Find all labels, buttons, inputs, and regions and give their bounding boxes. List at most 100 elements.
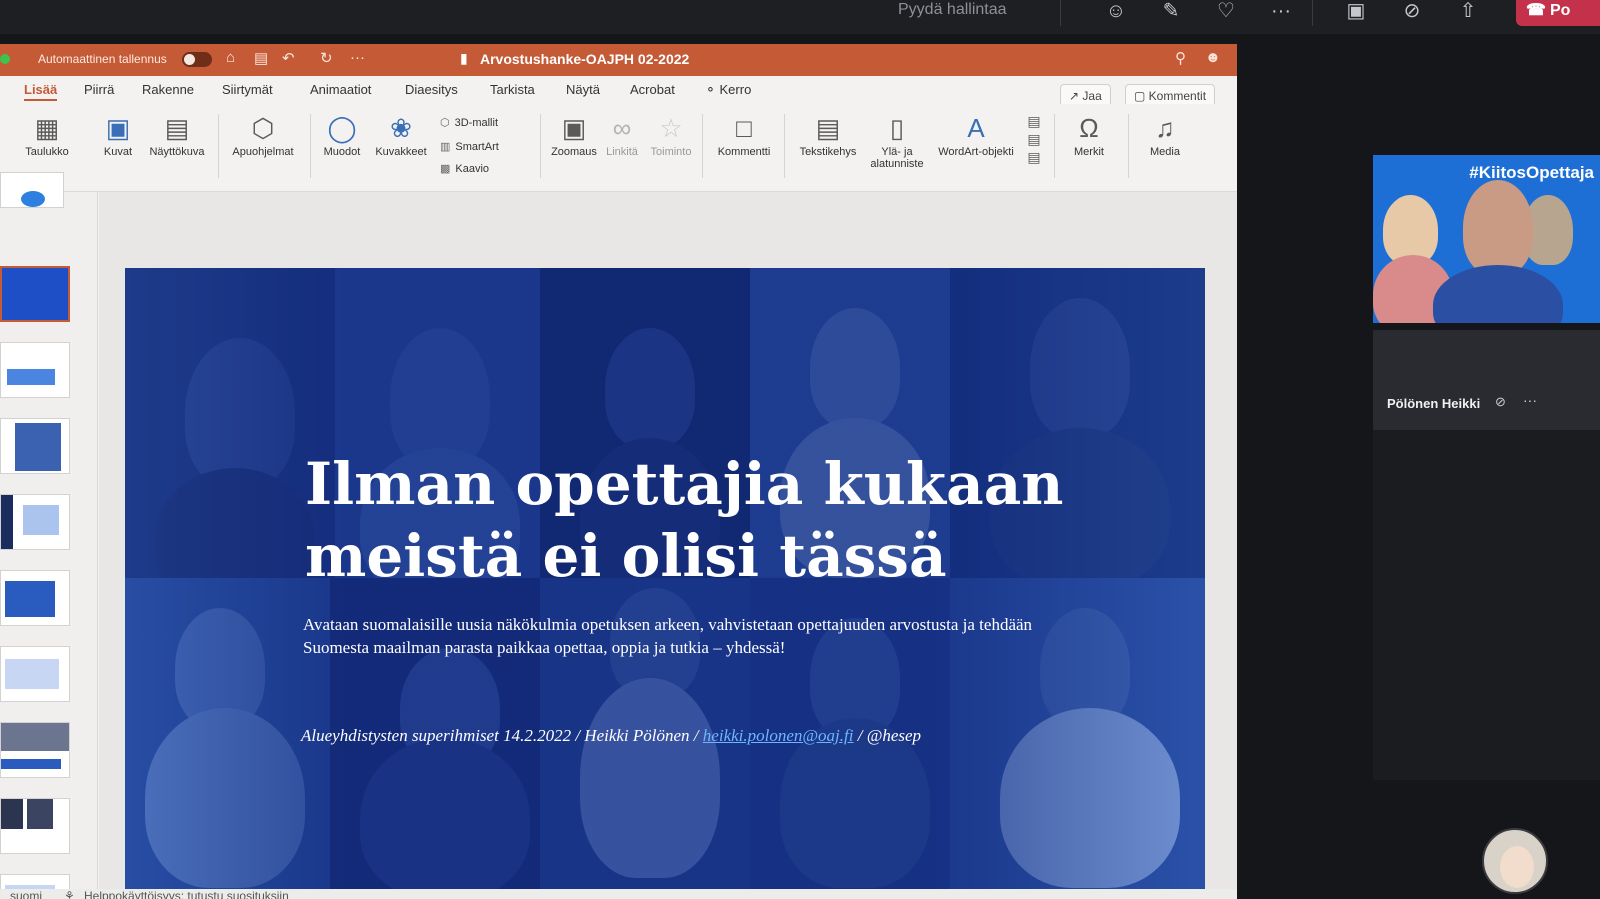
participants-icon[interactable]: ☺ — [1100, 0, 1132, 24]
icons-label: Kuvakkeet — [375, 146, 427, 158]
avatar-face — [1500, 846, 1534, 888]
header-footer-label-2: alatunniste — [870, 158, 924, 170]
pictures-button[interactable]: ▣ Kuvat — [96, 112, 140, 158]
slide-thumbnail[interactable] — [0, 646, 70, 702]
table-button[interactable]: ▦ Taulukko — [20, 112, 74, 158]
action-label: Toiminto — [650, 146, 692, 158]
save-icon[interactable]: ▤ — [254, 49, 268, 67]
smartart-button[interactable]: ▥ SmartArt — [440, 140, 499, 153]
shapes-icon: ◯ — [327, 113, 357, 143]
chart-button[interactable]: ▩ Kaavio — [440, 162, 489, 175]
comments-label: Kommentit — [1148, 89, 1207, 103]
tab-insert[interactable]: Lisää — [24, 82, 58, 101]
wordart-icon: A — [967, 113, 985, 143]
slide-subtitle[interactable]: Avataan suomalaisille uusia näkökulmia o… — [303, 613, 1083, 659]
date-icon: ▤ ▤ ▤ — [1027, 113, 1041, 165]
undo-icon[interactable]: ↶ — [282, 49, 295, 67]
participant-name: Pölönen Heikki — [1387, 396, 1481, 411]
email-link[interactable]: heikki.polonen@oaj.fi — [703, 726, 854, 745]
leave-button[interactable]: ☎ Po — [1516, 0, 1600, 26]
ribbon-divider — [1128, 114, 1129, 178]
slide-thumbnail[interactable] — [0, 172, 64, 208]
slide-thumbnails — [0, 172, 98, 899]
zoom-button[interactable]: ▣ Zoomaus — [548, 112, 600, 158]
slide[interactable]: Ilman opettajia kukaan meistä ei olisi t… — [125, 268, 1205, 890]
comment-label: Kommentti — [717, 146, 771, 158]
addins-label: Apuohjelmat — [232, 146, 294, 158]
reactions-icon[interactable]: ♡ — [1210, 0, 1242, 24]
slide-thumbnail[interactable] — [0, 722, 70, 778]
slide-thumbnail[interactable] — [0, 494, 70, 550]
media-button[interactable]: ♫ Media — [1140, 112, 1190, 158]
action-button[interactable]: ☆ Toiminto — [646, 112, 696, 158]
slide-thumbnail[interactable] — [0, 798, 70, 854]
ribbon-divider — [218, 114, 219, 178]
media-label: Media — [1150, 146, 1180, 158]
slide-thumbnail[interactable] — [0, 266, 70, 322]
tab-review[interactable]: Tarkista — [490, 82, 535, 97]
tab-animations[interactable]: Animaatiot — [310, 82, 371, 97]
addins-button[interactable]: ⬡ Apuohjelmat — [228, 112, 298, 158]
textbox-button[interactable]: ▤ Tekstikehys — [794, 112, 862, 158]
link-button[interactable]: ∞ Linkitä — [602, 112, 642, 158]
redo-icon[interactable]: ↻ — [320, 49, 333, 67]
footer-handle: / @hesep — [853, 726, 922, 745]
more-options-icon[interactable]: ··· — [1265, 0, 1297, 24]
participant-name-tile[interactable]: Pölönen Heikki ⊘ ··· — [1373, 330, 1600, 430]
tab-acrobat[interactable]: Acrobat — [630, 82, 675, 97]
date-slide-number-buttons[interactable]: ▤ ▤ ▤ — [1024, 112, 1044, 165]
omega-icon: Ω — [1079, 113, 1099, 143]
table-icon: ▦ — [34, 113, 60, 143]
3d-models-label: 3D-mallit — [454, 117, 499, 129]
header-footer-label-1: Ylä- ja — [881, 146, 913, 158]
more-icon[interactable]: ··· — [350, 49, 365, 66]
page-icon: ▯ — [889, 113, 905, 143]
language-status[interactable]: suomi — [10, 889, 42, 899]
toolbar-divider — [1060, 0, 1061, 26]
tab-transitions[interactable]: Siirtymät — [222, 82, 273, 97]
powerpoint-window: Automaattinen tallennus ⌂ ▤ ↶ ↻ ··· ▮ Ar… — [0, 44, 1237, 899]
slide-thumbnail[interactable] — [0, 418, 70, 474]
slide-canvas: Ilman opettajia kukaan meistä ei olisi t… — [99, 192, 1237, 892]
tab-design[interactable]: Rakenne — [142, 82, 194, 97]
slide-thumbnail[interactable] — [0, 570, 70, 626]
icons-icon: ❀ — [390, 113, 412, 143]
share-screen-icon[interactable]: ⇧ — [1452, 0, 1484, 24]
ribbon-insert: ▦ Taulukko ▣ Kuvat ▤ Näyttökuva ⬡ Apuohjelma… — [0, 104, 1237, 192]
slide-title[interactable]: Ilman opettajia kukaan meistä ei olisi t… — [305, 448, 1065, 592]
tab-draw[interactable]: Piirrä — [84, 82, 114, 97]
chart-label: Kaavio — [455, 163, 490, 175]
mic-off-icon[interactable]: ⊘ — [1396, 0, 1428, 24]
slide-title-line-1: Ilman opettajia kukaan — [305, 450, 1064, 518]
symbols-button[interactable]: Ω Merkit — [1064, 112, 1114, 158]
tab-tell-me-label: Kerro — [719, 82, 752, 97]
header-footer-button[interactable]: ▯ Ylä- ja alatunniste — [864, 112, 930, 170]
home-icon[interactable]: ⌂ — [226, 49, 235, 66]
self-avatar[interactable] — [1482, 828, 1548, 894]
account-icon[interactable]: ☻ — [1205, 49, 1221, 66]
tab-tell-me[interactable]: ⚬ Kerro — [705, 82, 751, 98]
video-hashtag: #KiitosOpettaja — [1469, 163, 1594, 182]
link-icon: ∞ — [612, 113, 632, 143]
3d-models-button[interactable]: ⬡ 3D-mallit — [440, 116, 498, 129]
autosave-toggle[interactable] — [182, 52, 212, 67]
comment-button[interactable]: □ Kommentti — [712, 112, 776, 158]
screenshot-button[interactable]: ▤ Näyttökuva — [146, 112, 208, 158]
shapes-button[interactable]: ◯ Muodot — [318, 112, 366, 158]
tab-slideshow[interactable]: Diaesitys — [405, 82, 458, 97]
slide-footer[interactable]: Alueyhdistysten superihmiset 14.2.2022 /… — [301, 726, 1121, 746]
participant-video[interactable]: #KiitosOpettaja — [1373, 155, 1600, 323]
participant-more-icon[interactable]: ··· — [1523, 392, 1537, 408]
icons-button[interactable]: ❀ Kuvakkeet — [372, 112, 430, 158]
camera-off-icon[interactable]: ▣ — [1340, 0, 1372, 24]
screenshot-icon: ▤ — [164, 113, 190, 143]
tab-view[interactable]: Näytä — [566, 82, 600, 97]
autosave-label: Automaattinen tallennus — [38, 52, 167, 66]
chat-icon[interactable]: ✎ — [1155, 0, 1187, 24]
accessibility-status[interactable]: Helppokäyttöisyys: tutustu suosituksiin — [84, 889, 289, 899]
window-maximize-dot[interactable] — [0, 54, 10, 64]
search-icon[interactable]: ⚲ — [1175, 49, 1186, 67]
wordart-button[interactable]: A WordArt-objekti — [932, 112, 1020, 158]
request-control-button[interactable]: Pyydä hallintaa — [898, 1, 1007, 19]
slide-thumbnail[interactable] — [0, 342, 70, 398]
